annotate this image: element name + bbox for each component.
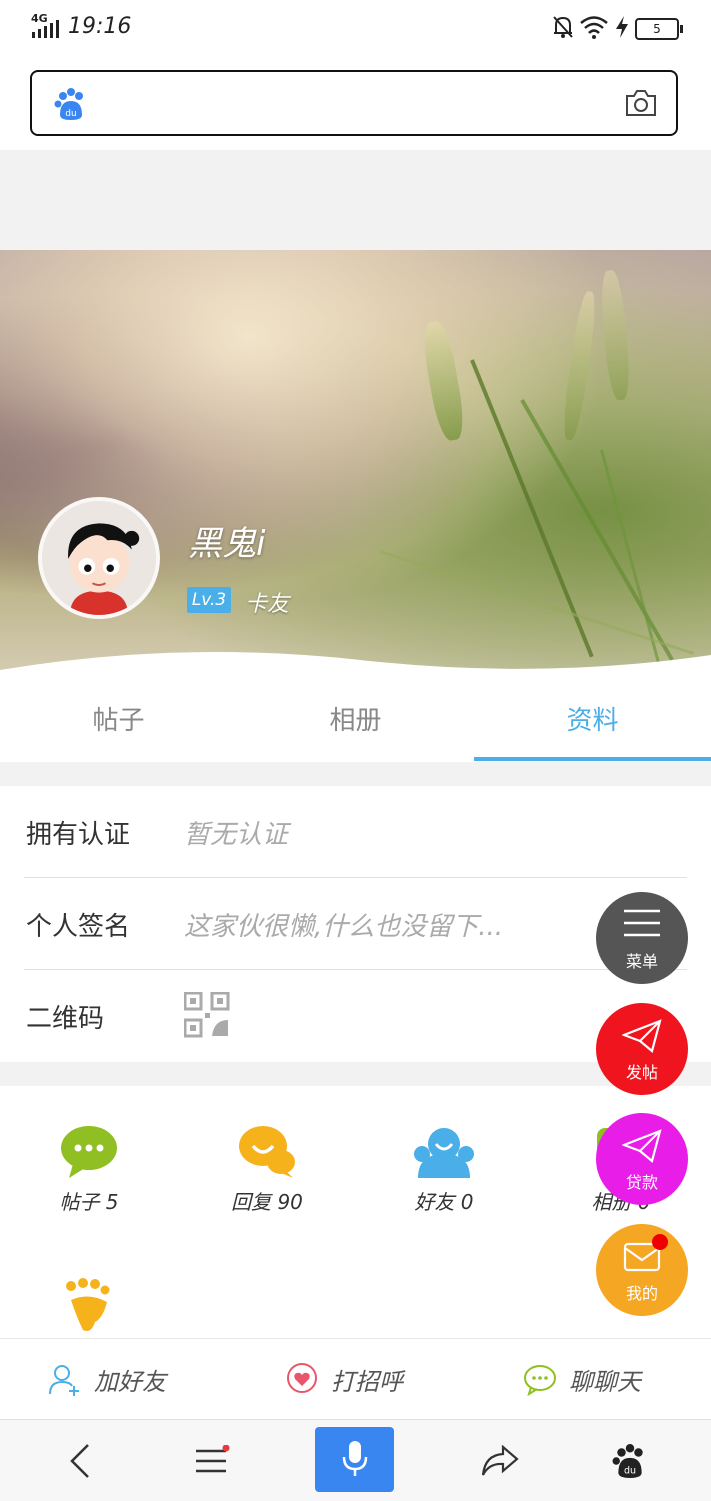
fab-post-button[interactable]: 发帖 [596, 1003, 688, 1095]
fab-loan-button[interactable]: 贷款 [596, 1113, 688, 1205]
signal-icon: 4G [31, 12, 59, 38]
add-friend-icon [49, 1365, 79, 1396]
svg-text:du: du [65, 109, 76, 119]
share-arrow-icon [481, 1444, 519, 1476]
baidu-paw-icon: du [54, 88, 83, 120]
paper-plane-icon [622, 1129, 662, 1163]
svg-text:4G: 4G [31, 12, 48, 25]
mute-bell-icon [553, 16, 573, 38]
svg-text:du: du [624, 1465, 636, 1476]
cert-row: 拥有认证 暂无认证 [24, 786, 687, 878]
chevron-left-icon [70, 1443, 89, 1478]
stat-posts-label: 帖子 5 [59, 1190, 119, 1214]
footprint-icon [66, 1278, 110, 1331]
rank-title: 卡友 [245, 592, 290, 617]
signature-value: 这家伙很懒,什么也没留下... [184, 912, 504, 942]
fab-loan-label: 贷款 [625, 1173, 658, 1192]
fab-menu-label: 菜单 [625, 952, 658, 971]
greet-button[interactable]: 打招呼 [285, 1359, 403, 1399]
fab-menu-button[interactable]: 菜单 [596, 892, 688, 984]
charging-icon [616, 16, 628, 38]
search-input[interactable]: du [30, 70, 678, 136]
status-bar: 4G 19:16 5 [0, 0, 711, 55]
chat-bubble-icon [61, 1126, 117, 1178]
paper-plane-icon [622, 1019, 662, 1053]
stat-friends[interactable]: 好友 0 [384, 1124, 504, 1215]
add-friend-button[interactable]: 加好友 [48, 1359, 166, 1399]
avatar-cartoon-icon [42, 501, 156, 615]
stat-replies-label: 回复 90 [231, 1190, 303, 1214]
voice-search-button[interactable] [315, 1427, 394, 1492]
fab-post-label: 发帖 [625, 1063, 658, 1082]
clock: 19:16 [68, 14, 132, 39]
search-bar-container: du [0, 55, 711, 150]
signature-row: 个人签名 这家伙很懒,什么也没留下... [24, 878, 687, 970]
stat-friends-label: 好友 0 [414, 1190, 474, 1214]
camera-icon[interactable] [624, 88, 658, 118]
stat-footprints[interactable] [29, 1278, 149, 1334]
level-badge: Lv.3 [187, 587, 231, 613]
signature-label: 个人签名 [26, 912, 131, 942]
reply-bubbles-icon [239, 1126, 295, 1178]
cert-label: 拥有认证 [26, 820, 131, 850]
qrcode-label: 二维码 [26, 1004, 105, 1034]
banner-wave [0, 652, 711, 690]
qrcode-icon[interactable] [184, 992, 230, 1038]
tab-profile-info[interactable]: 资料 [474, 684, 711, 762]
profile-tabs: 帖子 相册 资料 [0, 684, 711, 762]
heart-bubble-icon [287, 1363, 317, 1393]
chat-icon [524, 1365, 556, 1396]
hamburger-icon [196, 1444, 230, 1472]
baidu-paw-icon: du [612, 1443, 643, 1478]
notification-dot [652, 1234, 668, 1250]
qrcode-row[interactable]: 二维码 [24, 970, 687, 1062]
menu-icon [624, 909, 660, 937]
active-tab-indicator [474, 757, 711, 761]
tab-posts[interactable]: 帖子 [0, 684, 237, 762]
avatar[interactable] [38, 497, 160, 619]
add-friend-label: 加好友 [94, 1367, 166, 1396]
username: 黑鬼i [188, 524, 266, 564]
action-bar: 加好友 打招呼 聊聊天 [0, 1338, 711, 1419]
share-button[interactable] [460, 1420, 540, 1501]
profile-banner [0, 250, 711, 685]
greet-label: 打招呼 [331, 1367, 403, 1396]
bottom-nav: du [0, 1419, 711, 1501]
microphone-icon [342, 1441, 368, 1476]
stat-replies[interactable]: 回复 90 [207, 1124, 327, 1215]
nav-menu-button[interactable] [172, 1420, 252, 1501]
baidu-home-button[interactable]: du [590, 1420, 670, 1501]
fab-mine-button[interactable]: 我的 [596, 1224, 688, 1316]
battery-icon: 5 [635, 18, 683, 40]
tab-album[interactable]: 相册 [237, 684, 474, 762]
stat-posts[interactable]: 帖子 5 [29, 1124, 149, 1215]
wifi-icon [580, 16, 608, 39]
chat-label: 聊聊天 [569, 1367, 641, 1396]
cert-value: 暂无认证 [184, 820, 289, 850]
fab-mine-label: 我的 [625, 1284, 658, 1303]
friends-icon [414, 1128, 474, 1178]
back-button[interactable] [40, 1420, 120, 1501]
chat-button[interactable]: 聊聊天 [523, 1359, 641, 1399]
